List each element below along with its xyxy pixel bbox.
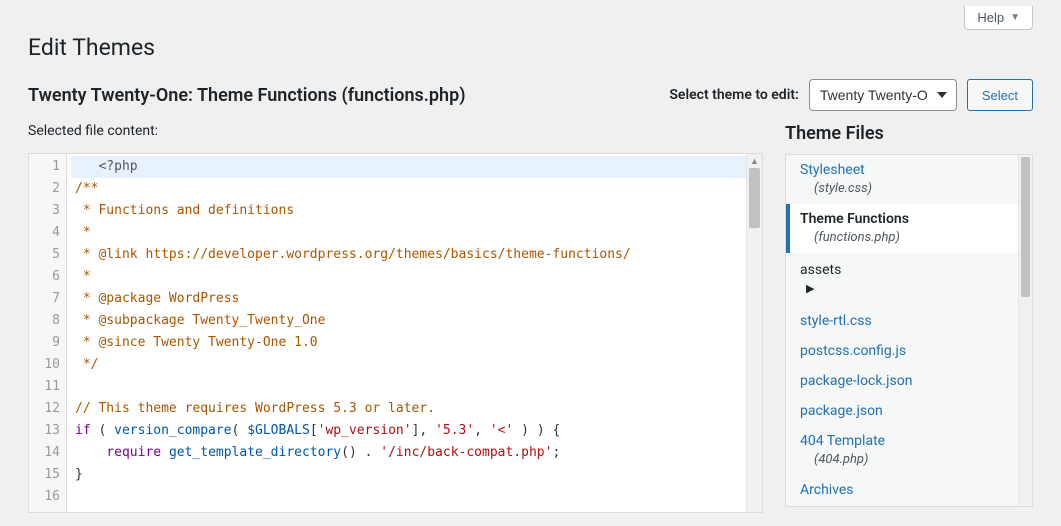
help-button[interactable]: Help ▼	[964, 6, 1033, 30]
code-line[interactable]	[71, 376, 746, 398]
code-area[interactable]: <?php/** * Functions and definitions * *…	[67, 154, 746, 512]
file-name: Archives	[800, 481, 1020, 499]
line-number-gutter: 12345678910111213141516	[29, 154, 67, 512]
file-tree: Stylesheet (style.css) Theme Functions (fun…	[785, 154, 1033, 507]
code-editor[interactable]: 12345678910111213141516 <?php/** * Funct…	[28, 153, 763, 513]
code-line[interactable]	[71, 486, 746, 508]
file-item[interactable]: Stylesheet (style.css)	[786, 155, 1032, 204]
file-item[interactable]: package-lock.json	[786, 366, 1032, 396]
code-line[interactable]: * @subpackage Twenty_Twenty_One	[71, 310, 746, 332]
code-line[interactable]: * @link https://developer.wordpress.org/…	[71, 244, 746, 266]
code-line[interactable]: if ( version_compare( $GLOBALS['wp_versi…	[71, 420, 746, 442]
file-name: 404 Template	[800, 432, 1020, 450]
chevron-down-icon: ▼	[1010, 12, 1020, 23]
file-sub: (404.php)	[800, 452, 1020, 469]
code-line[interactable]: */	[71, 354, 746, 376]
code-line[interactable]: }	[71, 464, 746, 486]
code-line[interactable]: *	[71, 222, 746, 244]
file-sub: (functions.php)	[800, 230, 1020, 247]
code-line[interactable]: // This theme requires WordPress 5.3 or …	[71, 398, 746, 420]
theme-select-label: Select theme to edit:	[669, 87, 798, 103]
file-name: package-lock.json	[800, 372, 1020, 390]
code-line[interactable]: <?php	[71, 156, 746, 178]
file-tree-scrollbar[interactable]	[1018, 155, 1032, 506]
code-line[interactable]: require get_template_directory() . '/inc…	[71, 442, 746, 464]
chevron-right-icon: ▶	[806, 282, 814, 296]
code-line[interactable]: *	[71, 266, 746, 288]
file-sub: (style.css)	[800, 181, 1020, 198]
scroll-up-icon[interactable]: ▲	[747, 154, 762, 168]
file-name: postcss.config.js	[800, 342, 1020, 360]
help-label: Help	[977, 10, 1004, 25]
code-line[interactable]: /**	[71, 178, 746, 200]
file-name: Theme Functions	[800, 210, 1020, 228]
page-title: Edit Themes	[28, 34, 1033, 61]
file-item[interactable]: package.json	[786, 396, 1032, 426]
code-line[interactable]: * @since Twenty Twenty-One 1.0	[71, 332, 746, 354]
theme-files-heading: Theme Files	[785, 123, 1033, 144]
file-name: package.json	[800, 402, 1020, 420]
file-name: style-rtl.css	[800, 312, 1020, 330]
sub-title: Twenty Twenty-One: Theme Functions (func…	[28, 85, 466, 106]
theme-select-dropdown[interactable]: Twenty Twenty-One	[809, 79, 957, 111]
editor-scrollbar[interactable]: ▲	[746, 154, 762, 512]
code-line[interactable]: * Functions and definitions	[71, 200, 746, 222]
file-item: Theme Functions (functions.php)	[786, 204, 1032, 253]
file-name: Stylesheet	[800, 161, 1020, 179]
selected-file-label: Selected file content:	[28, 123, 763, 139]
file-item[interactable]: 404 Template (404.php)	[786, 426, 1032, 475]
file-item[interactable]: postcss.config.js	[786, 336, 1032, 366]
file-item[interactable]: style-rtl.css	[786, 306, 1032, 336]
folder-item[interactable]: assets ▶	[786, 253, 1032, 305]
select-button[interactable]: Select	[967, 79, 1033, 111]
file-tree-scrollbar-thumb[interactable]	[1021, 157, 1030, 297]
code-line[interactable]: * @package WordPress	[71, 288, 746, 310]
file-name: assets	[800, 261, 1020, 279]
scrollbar-thumb[interactable]	[749, 168, 760, 228]
file-item[interactable]: Archives	[786, 475, 1032, 505]
